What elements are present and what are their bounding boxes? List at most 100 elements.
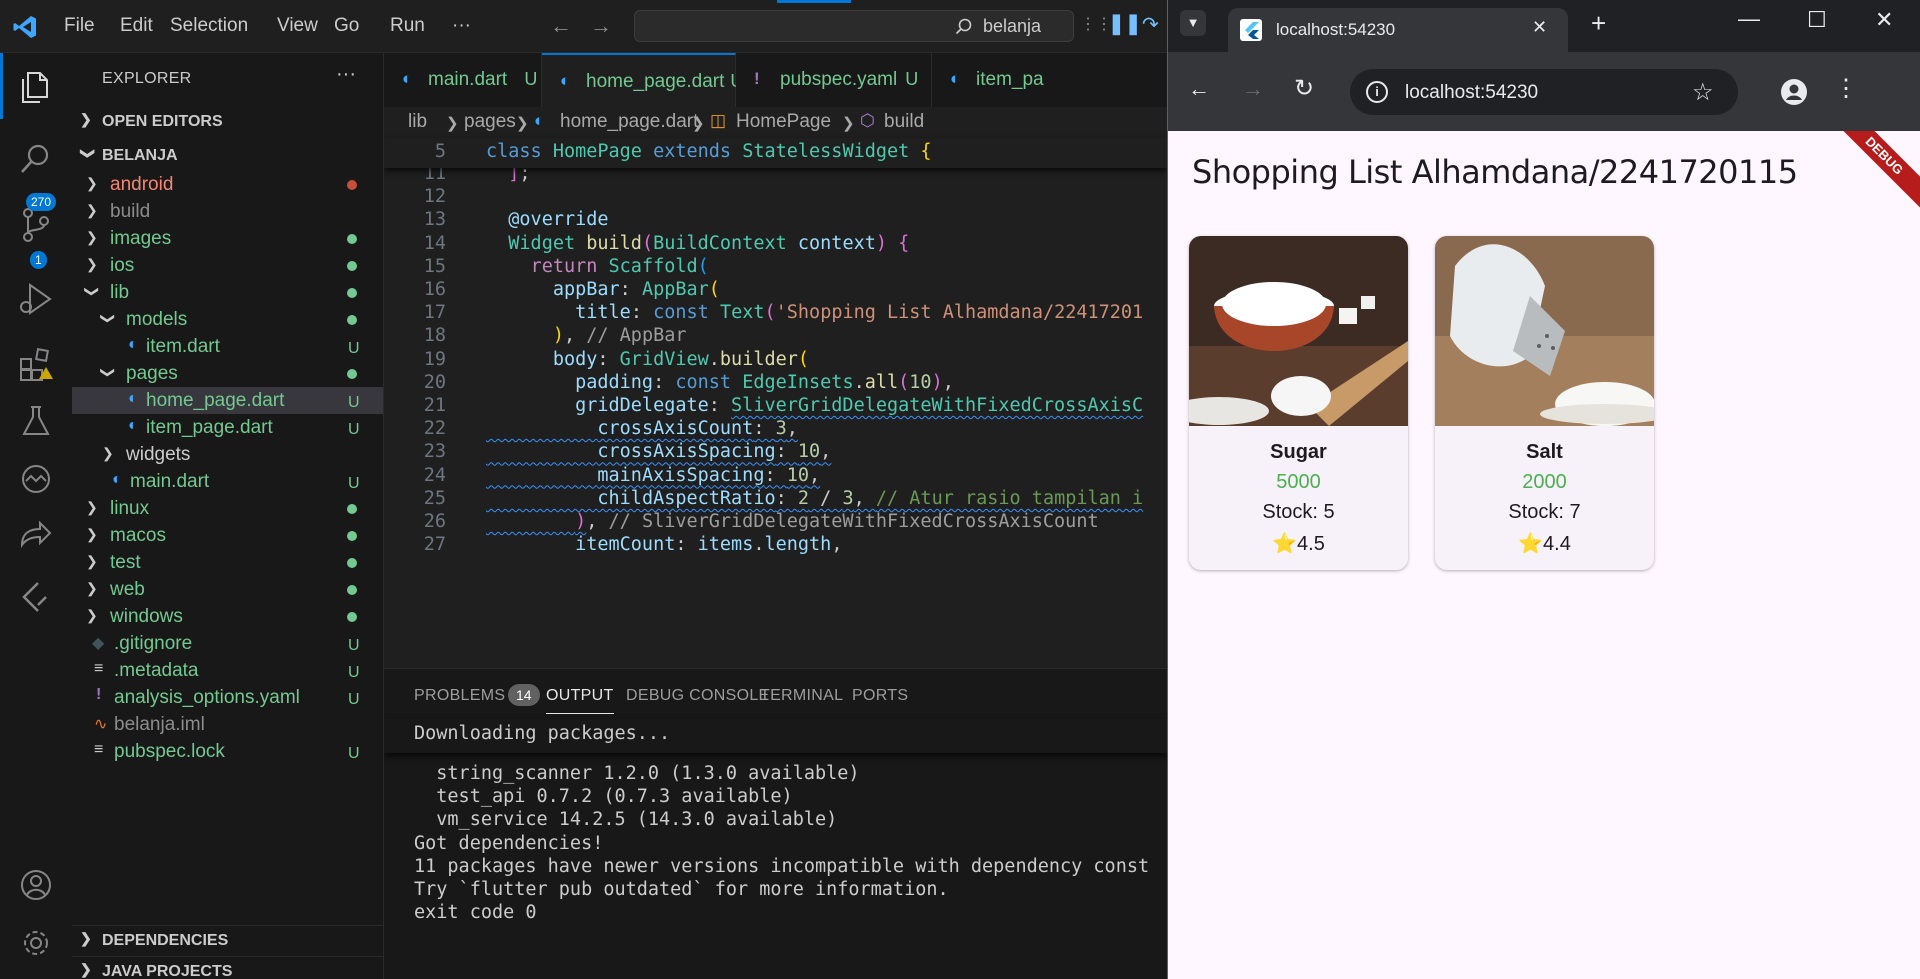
- editor-tab[interactable]: ◐ item_pa: [932, 53, 1167, 107]
- breadcrumb-file[interactable]: home_page.dart: [560, 111, 698, 133]
- profile-icon[interactable]: [1781, 79, 1807, 105]
- sticky-scroll-line[interactable]: 5 class HomePage extends StatelessWidget…: [384, 138, 1167, 168]
- tab-search-chevron-icon[interactable]: ▼: [1180, 10, 1206, 36]
- flutter-icon[interactable]: [16, 577, 56, 617]
- tree-item[interactable]: ❯ test: [72, 549, 383, 576]
- forward-arrow-icon[interactable]: →: [1242, 76, 1264, 102]
- tree-item[interactable]: ❯ web: [72, 576, 383, 603]
- tab-output[interactable]: OUTPUT: [546, 687, 614, 714]
- product-card-salt[interactable]: Salt 2000 Stock: 7 ⭐4.4: [1435, 236, 1654, 570]
- menu-item[interactable]: View: [277, 15, 318, 37]
- tab-terminal[interactable]: TERMINAL: [760, 687, 843, 705]
- forward-arrow-icon[interactable]: →: [590, 13, 612, 39]
- appbar-title: Shopping List Alhamdana/2241720115: [1192, 153, 1798, 191]
- menu-item[interactable]: Go: [334, 15, 359, 37]
- reload-icon[interactable]: ↻: [1294, 74, 1314, 103]
- accounts-icon[interactable]: [16, 865, 56, 905]
- close-window-icon[interactable]: ✕: [1875, 7, 1893, 33]
- tree-item[interactable]: ! analysis_options.yaml U: [72, 684, 383, 711]
- tree-item[interactable]: ❯ android: [72, 171, 383, 198]
- site-info-icon[interactable]: i: [1366, 81, 1388, 103]
- tree-item[interactable]: ❯ images: [72, 225, 383, 252]
- tree-item[interactable]: ◐ item.dart U: [72, 333, 383, 360]
- tree-item[interactable]: ≡ .metadata U: [72, 657, 383, 684]
- output-line: string_scanner 1.2.0 (1.3.0 available): [414, 763, 860, 784]
- source-control-icon[interactable]: [16, 205, 56, 245]
- menu-item[interactable]: ···: [452, 15, 471, 37]
- tree-item[interactable]: ❯ windows: [72, 603, 383, 630]
- tree-item[interactable]: ◐ item_page.dart U: [72, 414, 383, 441]
- browser-tab[interactable]: localhost:54230 ✕: [1228, 8, 1568, 52]
- code-editor[interactable]: 11 ]; 12 13 @override 14 Widget build(Build…: [384, 138, 1167, 668]
- project-section[interactable]: ❯ BELANJA: [72, 141, 383, 171]
- tree-item[interactable]: ❯ pages: [72, 360, 383, 387]
- output-line: Got dependencies!: [414, 832, 604, 854]
- testing-flask-icon[interactable]: [16, 401, 56, 441]
- chrome-menu-icon[interactable]: ⋮: [1834, 74, 1858, 103]
- address-bar[interactable]: i localhost:54230 ☆: [1350, 69, 1738, 115]
- run-debug-icon[interactable]: [16, 279, 56, 319]
- extensions-icon[interactable]: [16, 345, 56, 385]
- command-center-search[interactable]: belanja: [634, 10, 1074, 42]
- tree-item[interactable]: ◐ home_page.dart U: [72, 387, 383, 414]
- tab-problems[interactable]: PROBLEMS: [414, 687, 505, 705]
- code-line: 27 itemCount: items.length,: [384, 531, 1167, 559]
- tree-item[interactable]: ❯ linux: [72, 495, 383, 522]
- tree-item[interactable]: ❯ widgets: [72, 441, 383, 468]
- close-tab-icon[interactable]: ✕: [1532, 17, 1547, 38]
- more-actions-icon[interactable]: ···: [336, 63, 356, 86]
- settings-gear-icon[interactable]: [16, 923, 56, 963]
- tree-item[interactable]: ❯ ios: [72, 252, 383, 279]
- step-over-icon[interactable]: ↷: [1142, 12, 1159, 37]
- editor-tab[interactable]: ◐ main.dart U: [384, 53, 542, 107]
- product-price: 2000: [1522, 471, 1567, 493]
- tree-item[interactable]: ◐ main.dart U: [72, 468, 383, 495]
- tree-item[interactable]: ❯ macos: [72, 522, 383, 549]
- product-card-sugar[interactable]: Sugar 5000 Stock: 5 ⭐4.5: [1189, 236, 1408, 570]
- open-editors-section[interactable]: ❯ OPEN EDITORS: [72, 107, 383, 137]
- java-projects-label: JAVA PROJECTS: [102, 963, 233, 979]
- menu-item[interactable]: File: [64, 15, 95, 37]
- tree-item[interactable]: ❯ lib: [72, 279, 383, 306]
- tree-item[interactable]: ❯ build: [72, 198, 383, 225]
- menu-item[interactable]: Selection: [170, 15, 248, 37]
- explorer-title: EXPLORER: [102, 70, 192, 87]
- bookmark-star-icon[interactable]: ☆: [1692, 78, 1714, 107]
- pause-icon[interactable]: ❚❚: [1108, 11, 1142, 36]
- breadcrumb-class[interactable]: HomePage: [736, 111, 831, 133]
- editor-tab[interactable]: ◐home_page.dartU✕: [542, 53, 768, 107]
- search-icon[interactable]: [16, 139, 56, 179]
- output-line: vm_service 14.2.5 (14.3.0 available): [414, 809, 838, 831]
- browser-toolbar: ← → ↻ i localhost:54230 ☆ ⋮: [1168, 52, 1920, 131]
- debug-banner: DEBUG: [1823, 131, 1920, 217]
- breadcrumb-method[interactable]: build: [884, 111, 924, 133]
- dart-file-icon: ◐: [128, 390, 138, 407]
- tree-item-label: belanja.iml: [114, 714, 205, 735]
- line-number: 23: [423, 441, 446, 463]
- new-tab-icon[interactable]: +: [1591, 8, 1606, 39]
- back-arrow-icon[interactable]: ←: [550, 13, 572, 39]
- tree-item[interactable]: ◆ .gitignore U: [72, 630, 383, 657]
- explorer-files-icon[interactable]: [16, 67, 56, 107]
- java-projects-section[interactable]: ❯ JAVA PROJECTS: [72, 956, 383, 979]
- yaml-file-icon: !: [96, 686, 102, 703]
- editor-tab[interactable]: ! pubspec.yaml U: [736, 53, 932, 107]
- breadcrumb-pages[interactable]: pages: [464, 111, 516, 133]
- maximize-icon[interactable]: ☐: [1807, 7, 1827, 33]
- back-arrow-icon[interactable]: ←: [1188, 76, 1210, 102]
- menu-item[interactable]: Edit: [120, 15, 153, 37]
- tree-item[interactable]: ≡ pubspec.lock U: [72, 738, 383, 765]
- chevron-right-icon: ❯: [80, 930, 92, 946]
- dependencies-section[interactable]: ❯ DEPENDENCIES: [72, 925, 383, 955]
- tab-debug-console[interactable]: DEBUG CONSOLE: [626, 687, 770, 705]
- minimize-icon[interactable]: —: [1738, 6, 1760, 32]
- tree-item[interactable]: ❯ models: [72, 306, 383, 333]
- tab-ports[interactable]: PORTS: [852, 687, 908, 705]
- tree-item[interactable]: ∿ belanja.iml: [72, 711, 383, 738]
- breadcrumb-lib[interactable]: lib: [408, 111, 427, 133]
- menu-item[interactable]: Run: [390, 15, 425, 37]
- remote-explorer-icon[interactable]: [16, 459, 56, 499]
- live-share-icon[interactable]: [16, 517, 56, 557]
- tab-status: U: [905, 69, 919, 89]
- editor-area: ◐main.dartU◐home_page.dartU✕!pubspec.yam…: [384, 53, 1167, 668]
